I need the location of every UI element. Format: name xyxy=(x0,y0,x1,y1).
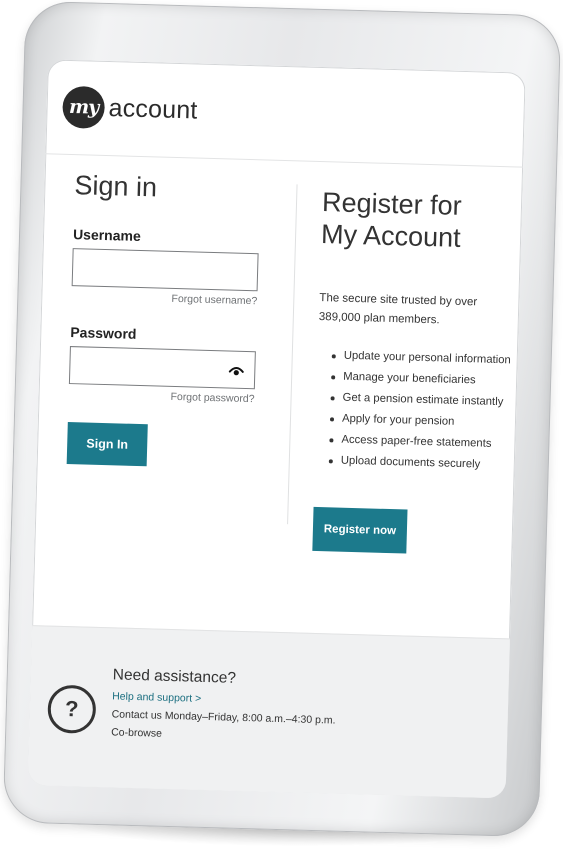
signin-button[interactable]: Sign In xyxy=(66,421,148,467)
forgot-password-link[interactable]: Forgot password? xyxy=(68,388,254,405)
register-intro: The secure site trusted by over 389,000 … xyxy=(319,289,520,333)
signin-panel: Sign in Username Forgot username? Passwo… xyxy=(66,170,285,470)
username-label: Username xyxy=(72,225,141,244)
contact-hours: Contact us Monday–Friday, 8:00 a.m.–4:30… xyxy=(111,708,336,727)
register-title-line2: My Account xyxy=(320,218,462,253)
assistance-block: Need assistance? Help and support > Cont… xyxy=(111,666,337,744)
logo-badge: my xyxy=(62,85,106,129)
list-item: Upload documents securely xyxy=(329,450,516,476)
register-title-line1: Register for xyxy=(321,187,463,221)
register-now-button[interactable]: Register now xyxy=(312,506,408,554)
site-header: my account xyxy=(45,59,526,168)
eye-icon[interactable] xyxy=(228,362,244,378)
assistance-footer: ? Need assistance? Help and support > Co… xyxy=(27,625,510,799)
password-input[interactable] xyxy=(68,345,256,390)
tablet-screen: my account Sign in Username Forgot usern… xyxy=(27,59,526,799)
benefits-list: Update your personal information Manage … xyxy=(315,345,518,477)
myaccount-logo[interactable]: my account xyxy=(62,85,198,132)
username-input[interactable] xyxy=(71,247,259,292)
logo-wordmark: account xyxy=(108,93,198,125)
stage: my account Sign in Username Forgot usern… xyxy=(0,0,563,865)
column-divider xyxy=(287,184,298,525)
question-icon: ? xyxy=(47,684,97,734)
assistance-title: Need assistance? xyxy=(112,666,237,687)
tablet-device: my account Sign in Username Forgot usern… xyxy=(2,0,562,838)
password-label: Password xyxy=(70,323,137,342)
signin-title: Sign in xyxy=(74,170,158,203)
forgot-username-link[interactable]: Forgot username? xyxy=(71,290,257,307)
register-panel: Register for My Account The secure site … xyxy=(312,187,522,556)
help-support-link[interactable]: Help and support > xyxy=(112,690,336,708)
cobrowse-link[interactable]: Co-browse xyxy=(111,726,335,744)
